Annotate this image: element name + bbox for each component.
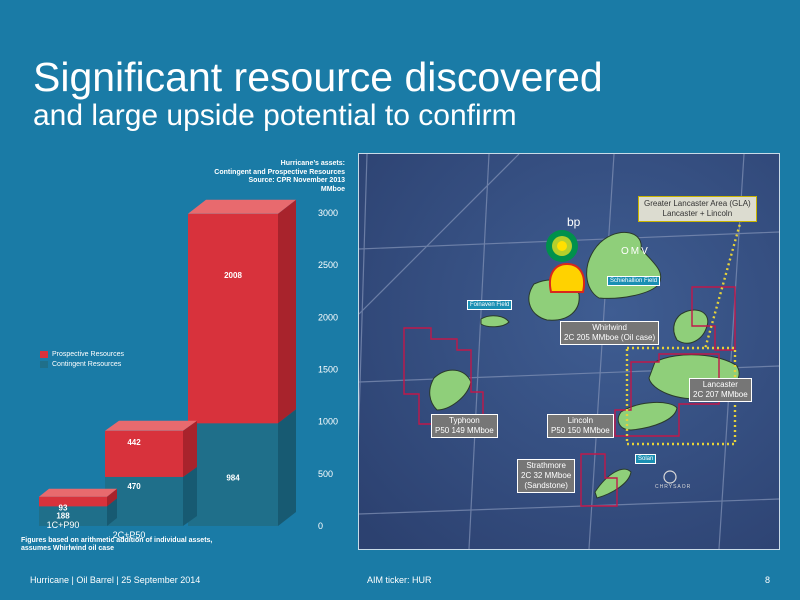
data-label-contingent: 984	[226, 473, 240, 482]
typhoon-label-line: P50 149 MMboe	[435, 426, 494, 435]
schiehallion-label: Schiehallion Field	[607, 276, 661, 286]
typhoon-label-line: Typhoon	[449, 416, 480, 425]
chrysaor-label: CHRYSAOR	[655, 484, 692, 490]
bar-side-contingent	[278, 409, 296, 526]
y-tick-label: 3000	[318, 208, 338, 218]
bar-top-prospective	[188, 199, 296, 214]
data-label-prospective: 2008	[224, 271, 242, 280]
legend-swatch-prospective	[40, 350, 48, 358]
data-label-contingent: 470	[127, 482, 141, 491]
bar-prospective	[188, 213, 278, 424]
y-tick-label: 1000	[318, 417, 338, 427]
page-number: 8	[765, 575, 771, 585]
legend-item-prospective: Prospective Resources	[40, 349, 124, 359]
y-tick-label: 2000	[318, 312, 338, 322]
chart-footnote: Figures based on arithmetic addition of …	[21, 537, 213, 552]
gla-label-line: Greater Lancaster Area (GLA)	[644, 199, 751, 208]
strathmore-label: Strathmore 2C 32 MMboe (Sandstone)	[517, 459, 576, 493]
slide-title: Significant resource discovered	[33, 54, 603, 100]
strathmore-label-line: Strathmore	[526, 461, 566, 470]
typhoon-label: Typhoon P50 149 MMboe	[431, 414, 498, 438]
footer-left: Hurricane | Oil Barrel | 25 September 20…	[30, 575, 201, 585]
strathmore-label-line: 2C 32 MMboe	[521, 471, 572, 480]
lancaster-label-line: 2C 207 MMboe	[693, 390, 748, 399]
gla-label-line: Lancaster + Lincoln	[662, 209, 733, 218]
bar-top-prospective	[39, 488, 117, 497]
bp-label: bp	[567, 215, 581, 229]
license-map: bp OMV Greater Lancaster Area (GLA) Lanc…	[358, 153, 780, 550]
lincoln-label-line: Lincoln	[567, 416, 594, 425]
bp-logo	[546, 230, 578, 262]
lancaster-label-line: Lancaster	[702, 380, 738, 389]
bar-side-prospective	[278, 199, 296, 424]
legend-label-prospective: Prospective Resources	[52, 350, 124, 358]
omv-label: OMV	[621, 246, 650, 257]
lincoln-label: Lincoln P50 150 MMboe	[547, 414, 614, 438]
shell-logo	[549, 262, 585, 293]
y-tick-label: 0	[318, 521, 323, 531]
strathmore-label-line: (Sandstone)	[524, 481, 568, 490]
bar-prospective	[105, 430, 183, 477]
whirlwind-label-line: 2C 205 MMboe (Oil case)	[564, 333, 656, 342]
bar-side-contingent	[183, 467, 197, 526]
legend-swatch-contingent	[40, 360, 48, 368]
foinaven-label: Foinaven Field	[467, 300, 513, 310]
y-tick-label: 2500	[318, 260, 338, 270]
lincoln-label-line: P50 150 MMboe	[551, 426, 610, 435]
bar-prospective	[39, 496, 107, 507]
resource-bar-chart: 05001000150020002500300020089843C+P10442…	[39, 199, 338, 540]
y-tick-label: 500	[318, 469, 333, 479]
gla-label-box: Greater Lancaster Area (GLA) Lancaster +…	[638, 196, 757, 222]
slide-subtitle: and large upside potential to confirm	[33, 99, 517, 132]
legend-label-contingent: Contingent Resources	[52, 360, 122, 368]
legend-item-contingent: Contingent Resources	[40, 359, 124, 369]
footer-center: AIM ticker: HUR	[367, 575, 432, 585]
solan-label: Solan	[635, 454, 657, 464]
y-tick-label: 1500	[318, 365, 338, 375]
chart-legend: Prospective Resources Contingent Resourc…	[40, 349, 124, 369]
category-label: 1C+P90	[47, 520, 80, 530]
data-label-prospective: 442	[127, 438, 141, 447]
whirlwind-label: Whirlwind 2C 205 MMboe (Oil case)	[560, 321, 660, 345]
bar-top-prospective	[105, 420, 197, 431]
whirlwind-label-line: Whirlwind	[592, 323, 627, 332]
lancaster-label: Lancaster 2C 207 MMboe	[689, 378, 752, 402]
